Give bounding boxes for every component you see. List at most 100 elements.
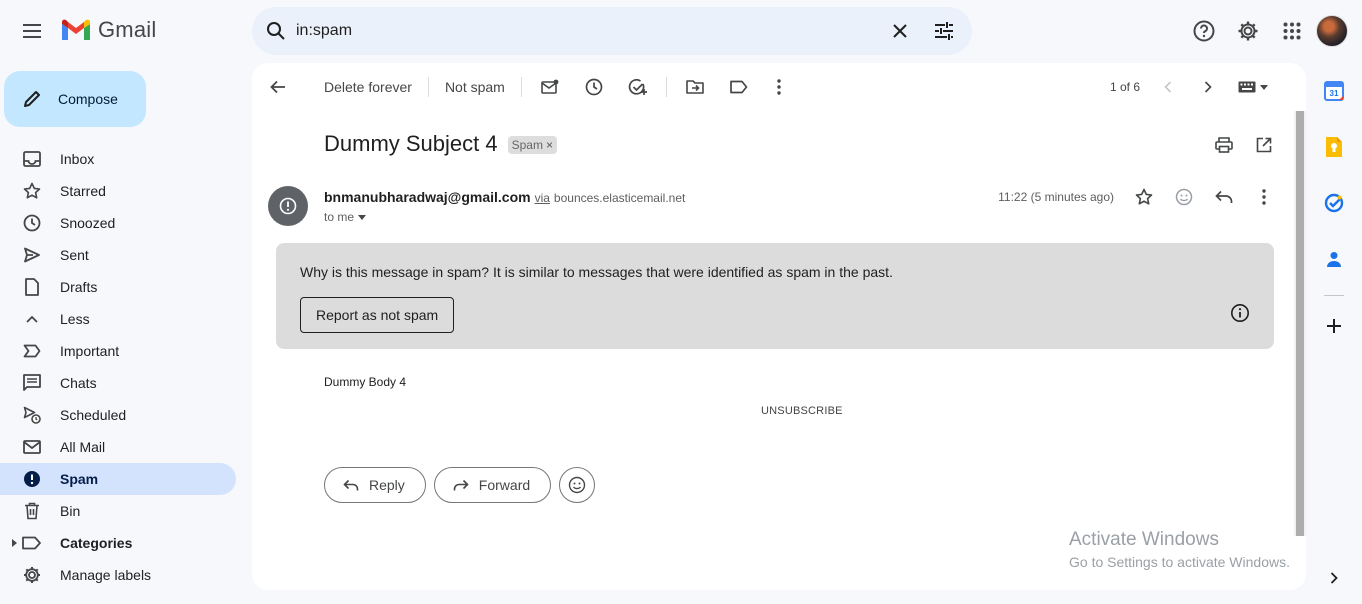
scheduled-icon bbox=[23, 406, 41, 424]
support-button[interactable] bbox=[1184, 11, 1224, 51]
sidebar-item-manage-labels[interactable]: Manage labels bbox=[0, 559, 236, 591]
more-vert-icon bbox=[777, 79, 781, 95]
print-icon bbox=[1215, 137, 1233, 153]
via-link[interactable]: via bbox=[535, 191, 550, 205]
toolbar-divider bbox=[665, 77, 667, 97]
not-spam-button[interactable]: Not spam bbox=[437, 69, 513, 105]
sidebar-item-sent[interactable]: Sent bbox=[0, 239, 236, 271]
caret-right-icon bbox=[12, 539, 17, 547]
clear-search-button[interactable] bbox=[880, 11, 920, 51]
keyboard-icon bbox=[1238, 81, 1256, 93]
label-icon bbox=[22, 536, 41, 550]
all-mail-icon bbox=[23, 440, 41, 454]
sidebar-item-label: Categories bbox=[60, 535, 133, 551]
scrollbar-thumb[interactable] bbox=[1296, 111, 1304, 536]
sidebar-item-label: Less bbox=[60, 311, 90, 327]
info-icon bbox=[1231, 304, 1249, 322]
sidebar-item-less[interactable]: Less bbox=[0, 303, 236, 335]
sender-avatar[interactable] bbox=[268, 186, 308, 226]
sidebar-item-bin[interactable]: Bin bbox=[0, 495, 236, 527]
contacts-app-button[interactable] bbox=[1314, 239, 1354, 279]
send-icon bbox=[24, 247, 40, 263]
recipient-details-toggle[interactable]: to me bbox=[324, 210, 367, 224]
move-to-folder-icon bbox=[686, 80, 704, 94]
sidebar-item-label: Sent bbox=[60, 247, 89, 263]
snooze-button[interactable] bbox=[574, 67, 614, 107]
emoji-react-button[interactable] bbox=[559, 467, 596, 503]
reply-button[interactable]: Reply bbox=[324, 467, 426, 503]
page-count: 1 of 6 bbox=[1109, 80, 1140, 94]
emoji-icon bbox=[1175, 188, 1193, 206]
sidebar-item-snoozed[interactable]: Snoozed bbox=[0, 207, 236, 239]
tune-icon bbox=[935, 22, 953, 40]
labels-button[interactable] bbox=[719, 67, 759, 107]
scrollbar[interactable] bbox=[1294, 111, 1306, 536]
input-tools-button[interactable] bbox=[1238, 81, 1268, 93]
remove-label-button[interactable]: × bbox=[546, 138, 553, 152]
keep-app-button[interactable] bbox=[1314, 127, 1354, 167]
keep-icon bbox=[1326, 137, 1342, 157]
search-input[interactable] bbox=[296, 22, 880, 40]
back-button[interactable] bbox=[258, 67, 298, 107]
add-to-tasks-button[interactable] bbox=[618, 67, 658, 107]
spam-explanation: It is similar to messages that were iden… bbox=[492, 264, 893, 280]
sidebar-item-inbox[interactable]: Inbox bbox=[0, 143, 236, 175]
tasks-app-button[interactable] bbox=[1314, 183, 1354, 223]
settings-button[interactable] bbox=[1228, 11, 1268, 51]
main-menu-button[interactable] bbox=[12, 11, 52, 51]
star-button[interactable] bbox=[1124, 177, 1164, 217]
subject-actions bbox=[1204, 125, 1284, 165]
report-not-spam-button[interactable]: Report as not spam bbox=[300, 297, 455, 333]
pagination: 1 of 6 bbox=[1110, 67, 1268, 107]
account-avatar[interactable] bbox=[1316, 15, 1348, 47]
chat-icon bbox=[23, 374, 41, 391]
important-icon bbox=[23, 344, 41, 358]
add-reaction-button[interactable] bbox=[1164, 177, 1204, 217]
sidebar-item-label: Spam bbox=[60, 471, 99, 487]
open-new-window-button[interactable] bbox=[1244, 125, 1284, 165]
add-task-icon bbox=[628, 78, 647, 95]
spam-info-button[interactable] bbox=[1230, 303, 1250, 323]
older-button[interactable] bbox=[1188, 67, 1228, 107]
get-addons-button[interactable] bbox=[1314, 306, 1354, 346]
sender-email[interactable]: bnmanubharadwaj@gmail.com bbox=[324, 189, 531, 205]
apps-button[interactable] bbox=[1272, 11, 1312, 51]
gmail-logo[interactable]: Gmail bbox=[60, 17, 156, 43]
spam-reason: Why is this message in spam? It is simil… bbox=[300, 264, 893, 280]
caret-down-icon bbox=[1260, 84, 1268, 90]
print-all-button[interactable] bbox=[1204, 125, 1244, 165]
sidebar-item-label: Bin bbox=[60, 503, 81, 519]
unsubscribe-link[interactable]: UNSUBSCRIBE bbox=[761, 405, 843, 417]
watermark-title: Activate Windows bbox=[1069, 529, 1219, 550]
chevron-right-icon bbox=[1204, 81, 1212, 93]
newer-button[interactable] bbox=[1148, 67, 1188, 107]
apps-grid-icon bbox=[1283, 22, 1301, 40]
sidebar-item-categories[interactable]: Categories bbox=[0, 527, 236, 559]
compose-button[interactable]: Compose bbox=[4, 71, 146, 127]
header-actions bbox=[1184, 11, 1362, 51]
sidebar-item-starred[interactable]: Starred bbox=[0, 175, 236, 207]
plus-icon bbox=[1327, 319, 1341, 333]
sidebar-item-scheduled[interactable]: Scheduled bbox=[0, 399, 236, 431]
forward-label: Forward bbox=[478, 477, 531, 493]
via-domain: bounces.elasticemail.net bbox=[553, 191, 686, 205]
move-to-button[interactable] bbox=[675, 67, 715, 107]
forward-button[interactable]: Forward bbox=[433, 467, 552, 503]
sidebar-item-important[interactable]: Important bbox=[0, 335, 236, 367]
delete-forever-button[interactable]: Delete forever bbox=[316, 69, 420, 105]
more-options-button[interactable] bbox=[759, 67, 799, 107]
calendar-app-button[interactable]: 31 bbox=[1314, 71, 1354, 111]
sidebar-item-drafts[interactable]: Drafts bbox=[0, 271, 236, 303]
draft-icon bbox=[25, 278, 39, 296]
help-icon bbox=[1193, 20, 1215, 42]
reply-icon-button[interactable] bbox=[1204, 177, 1244, 217]
sidebar-item-chats[interactable]: Chats bbox=[0, 367, 236, 399]
sidebar-item-all-mail[interactable]: All Mail bbox=[0, 431, 236, 463]
search-options-button[interactable] bbox=[924, 11, 964, 51]
message-more-button[interactable] bbox=[1244, 177, 1284, 217]
mark-unread-button[interactable] bbox=[530, 67, 570, 107]
show-side-panel-button[interactable] bbox=[1318, 562, 1350, 594]
search-button[interactable] bbox=[256, 11, 296, 51]
more-vert-icon bbox=[1262, 189, 1266, 205]
sidebar-item-spam[interactable]: Spam bbox=[0, 463, 236, 495]
